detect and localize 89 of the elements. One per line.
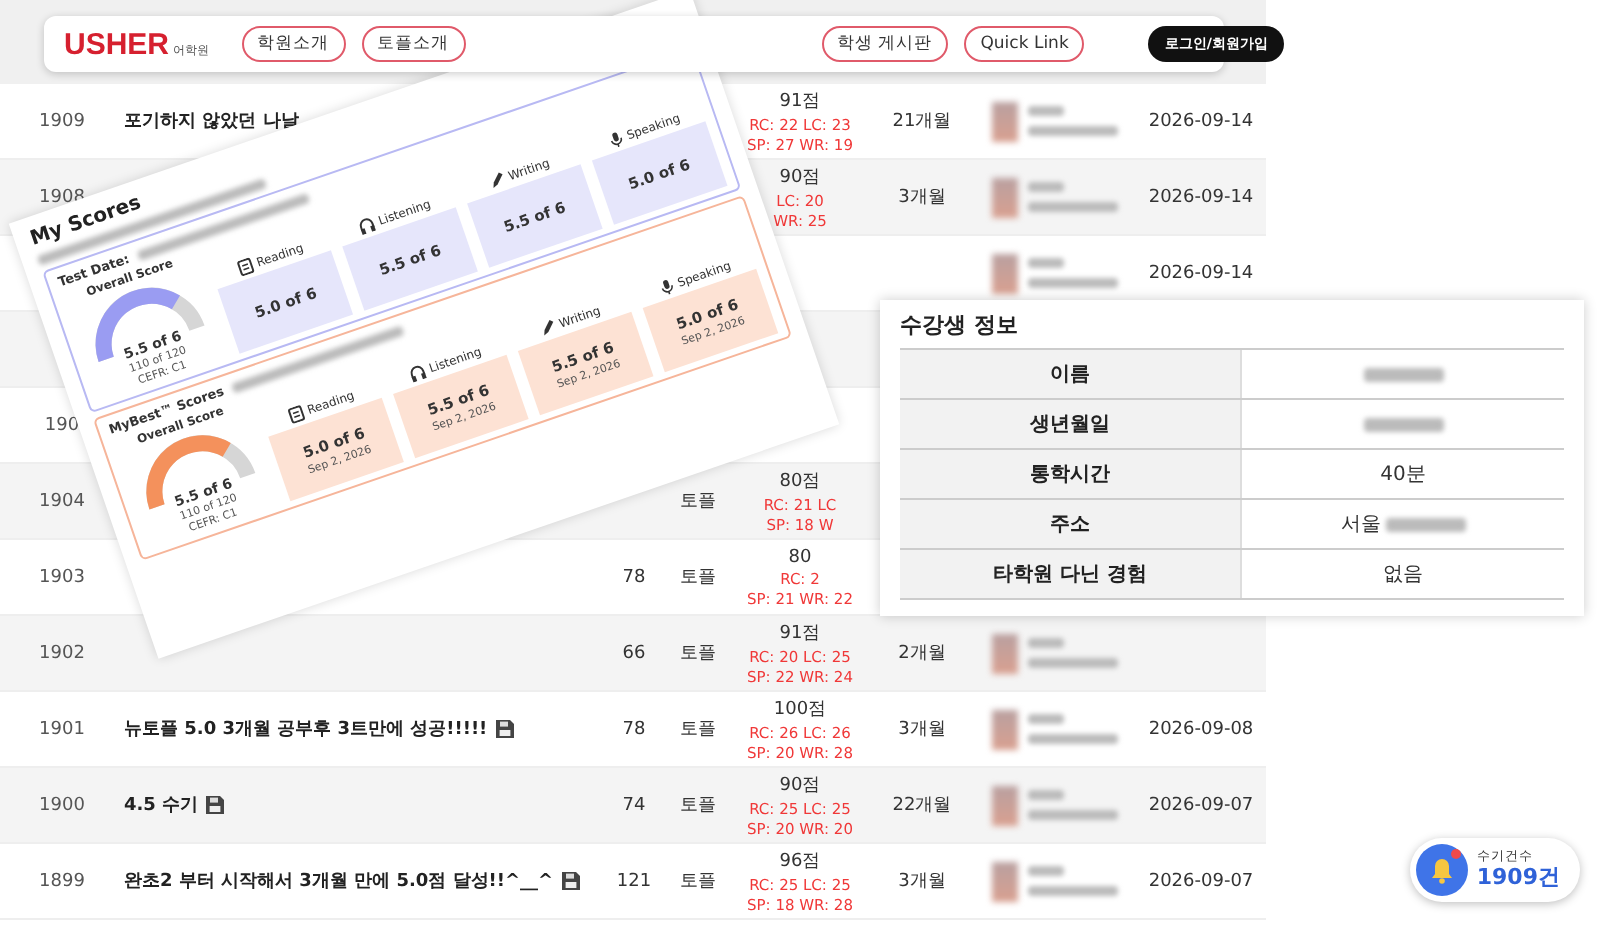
blurred-text	[1028, 790, 1064, 800]
post-number: 1900	[39, 795, 85, 815]
blurred-text	[1028, 714, 1064, 724]
avatar-placeholder	[992, 785, 1018, 825]
blurred-text	[1028, 866, 1064, 876]
post-number: 190	[44, 415, 80, 435]
study-duration: 2개월	[898, 642, 946, 666]
blurred-text	[1028, 810, 1118, 820]
total-score: 100점	[773, 698, 827, 722]
post-date: 2026-09-14	[1148, 111, 1254, 131]
field-label: 타학원 다닌 경험	[900, 550, 1240, 598]
bell-icon	[1416, 844, 1469, 896]
study-duration: 3개월	[898, 186, 946, 210]
category-text: 토플	[680, 794, 716, 818]
blurred-text	[1028, 658, 1118, 668]
view-count: 78	[622, 567, 646, 587]
category-text: 토플	[680, 870, 716, 894]
post-number: 1899	[39, 871, 85, 891]
post-number: 1903	[39, 567, 85, 587]
study-duration: 22개월	[892, 794, 952, 818]
review-count: 1909건	[1476, 865, 1560, 890]
nav-menu-button[interactable]: 학생 게시판	[821, 26, 949, 62]
logo-text[interactable]: USHER	[64, 27, 170, 61]
field-label: 통학시간	[900, 450, 1240, 498]
blurred-text	[1028, 202, 1118, 212]
total-score: 96점	[779, 850, 821, 874]
blurred-text	[1028, 638, 1064, 648]
avatar-placeholder	[992, 633, 1018, 673]
card-heading: 수강생 정보	[900, 310, 1018, 340]
blurred-text	[1363, 417, 1443, 431]
book-icon	[286, 404, 307, 425]
view-count: 78	[622, 719, 646, 739]
study-duration: 3개월	[898, 870, 946, 894]
category-text: 토플	[680, 566, 716, 590]
avatar-placeholder	[992, 101, 1018, 141]
post-date: 2026-09-07	[1148, 795, 1254, 815]
avatar-placeholder	[992, 861, 1018, 901]
microphone-icon	[656, 276, 677, 298]
study-duration: 3개월	[898, 718, 946, 742]
blurred-text	[1028, 258, 1064, 268]
blurred-text	[1028, 886, 1118, 896]
blurred-text	[1028, 106, 1064, 116]
field-label: 주소	[900, 500, 1240, 548]
blurred-text	[1385, 517, 1465, 531]
headphones-icon	[357, 214, 378, 236]
post-number: 1909	[39, 111, 85, 131]
post-date: 2026-09-07	[1148, 871, 1254, 891]
microphone-icon	[605, 129, 626, 150]
field-value: 서울	[1341, 512, 1381, 538]
book-icon	[235, 256, 256, 278]
post-date: 2026-09-08	[1148, 719, 1254, 739]
blurred-text	[1028, 278, 1118, 288]
view-count: 66	[622, 643, 646, 663]
study-duration: 21개월	[892, 110, 952, 134]
view-count: 74	[622, 795, 646, 815]
category-text: 토플	[680, 642, 716, 666]
nav-menu-button[interactable]: Quick Link	[964, 26, 1085, 62]
post-date: 2026-09-14	[1148, 187, 1254, 207]
blurred-text	[1028, 182, 1064, 192]
blurred-text	[1028, 734, 1118, 744]
blurred-text	[1363, 367, 1443, 381]
avatar-placeholder	[992, 709, 1018, 749]
total-score: 90점	[779, 774, 821, 798]
post-number: 1901	[39, 719, 85, 739]
headphones-icon	[407, 362, 429, 383]
category-text: 토플	[680, 490, 716, 514]
field-value: 없음	[1383, 562, 1423, 588]
field-label: 이름	[900, 350, 1240, 398]
post-number: 1902	[39, 643, 85, 663]
view-count: 121	[616, 871, 652, 891]
field-label: 생년월일	[900, 400, 1240, 448]
post-title-link[interactable]: 뉴토플 5.0 3개월 공부후 3트만에 성공!!!!!	[124, 716, 488, 742]
nav-menu-button[interactable]: 토플소개	[361, 26, 466, 62]
post-title-link[interactable]: 완초2 부터 시작해서 3개월 만에 5.0점 달성!!^__^	[124, 868, 554, 894]
total-score: 90점	[779, 166, 821, 190]
field-value: 40분	[1380, 462, 1426, 488]
nav-menu-button[interactable]: 학원소개	[241, 26, 346, 62]
avatar-placeholder	[992, 253, 1018, 293]
post-number: 1904	[39, 491, 85, 511]
avatar-placeholder	[992, 177, 1018, 217]
total-score: 91점	[779, 622, 821, 646]
total-score: 91점	[779, 90, 821, 114]
blurred-text	[1028, 126, 1118, 136]
category-text: 토플	[680, 718, 716, 742]
total-score: 80	[788, 547, 812, 567]
total-score: 80점	[779, 470, 821, 494]
post-title-link[interactable]: 4.5 수기	[124, 792, 199, 818]
post-title-link[interactable]: 포기하지 않았던 나날	[124, 108, 299, 134]
post-date: 2026-09-14	[1148, 263, 1254, 283]
